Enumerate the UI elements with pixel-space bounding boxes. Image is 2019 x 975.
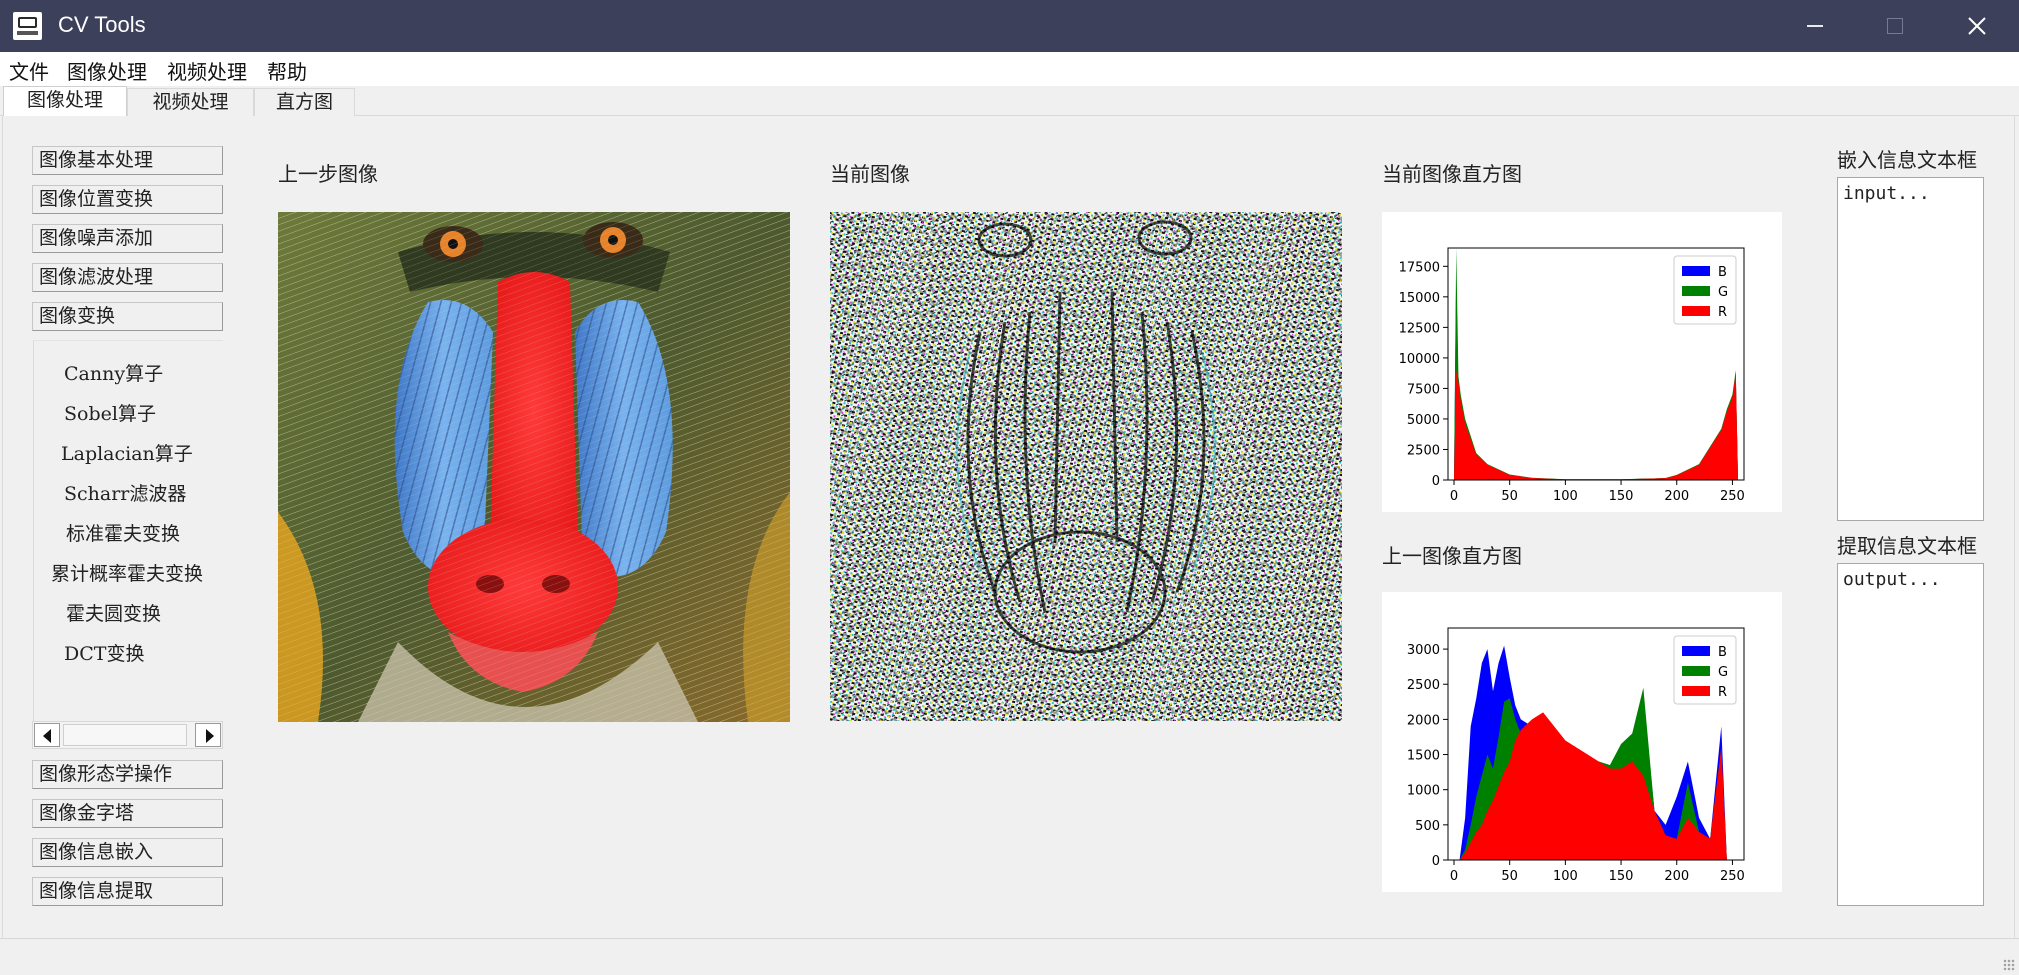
standard-hough-item[interactable]: 标准霍夫变换 bbox=[66, 519, 180, 546]
menu-file[interactable]: 文件 bbox=[9, 56, 49, 85]
previous-image-caption: 上一步图像 bbox=[278, 162, 378, 186]
legend-label-b: B bbox=[1718, 645, 1727, 660]
previous-image bbox=[278, 212, 790, 722]
legend-label-g: G bbox=[1718, 665, 1728, 680]
extract-text-caption: 提取信息文本框 bbox=[1837, 534, 1977, 558]
position-transform-button[interactable]: 图像位置变换 bbox=[32, 185, 223, 214]
legend-swatch-b bbox=[1682, 646, 1710, 656]
window-title: CV Tools bbox=[58, 12, 146, 37]
resize-grip-icon[interactable] bbox=[2003, 959, 2015, 971]
y-tick-label: 500 bbox=[1415, 819, 1440, 834]
info-embed-button[interactable]: 图像信息嵌入 bbox=[32, 838, 223, 867]
y-tick-label: 10000 bbox=[1399, 352, 1440, 367]
maximize-icon bbox=[1887, 18, 1903, 34]
current-image bbox=[830, 212, 1342, 721]
y-tick-label: 2500 bbox=[1407, 443, 1440, 458]
x-tick-label: 50 bbox=[1501, 489, 1518, 504]
filter-processing-button[interactable]: 图像滤波处理 bbox=[32, 263, 223, 292]
current-histogram: 0 50 100 150 200 250 0 2500 5000 7500 10000 12500 15… bbox=[1382, 212, 1782, 512]
sobel-item[interactable]: Sobel算子 bbox=[64, 399, 156, 426]
previous-histogram-caption: 上一图像直方图 bbox=[1382, 544, 1522, 568]
histogram-series-r bbox=[1454, 370, 1738, 480]
laplacian-item[interactable]: Laplacian算子 bbox=[61, 439, 193, 466]
scroll-thumb[interactable] bbox=[63, 724, 187, 746]
close-icon bbox=[1968, 17, 1986, 35]
menu-bar: 文件 图像处理 视频处理 帮助 bbox=[0, 52, 2019, 86]
x-tick-label: 50 bbox=[1501, 869, 1518, 884]
x-tick-label: 250 bbox=[1720, 489, 1745, 504]
y-tick-label: 2000 bbox=[1407, 713, 1440, 728]
y-tick-label: 12500 bbox=[1399, 321, 1440, 336]
previous-histogram: 0 50 100 150 200 250 0 500 1000 1500 2000 2500 3000 B… bbox=[1382, 592, 1782, 892]
basic-processing-button[interactable]: 图像基本处理 bbox=[32, 146, 223, 175]
legend-swatch-g bbox=[1682, 286, 1710, 296]
current-histogram-caption: 当前图像直方图 bbox=[1382, 162, 1522, 186]
canny-item[interactable]: Canny算子 bbox=[64, 359, 163, 386]
x-tick-label: 0 bbox=[1450, 869, 1458, 884]
minimize-icon bbox=[1807, 25, 1823, 27]
y-tick-label: 3000 bbox=[1407, 643, 1440, 658]
y-tick-label: 5000 bbox=[1407, 413, 1440, 428]
current-image-caption: 当前图像 bbox=[830, 162, 910, 186]
probabilistic-hough-item[interactable]: 累计概率霍夫变换 bbox=[51, 559, 203, 586]
tab-bar: 图像处理 视频处理 直方图 bbox=[0, 86, 2019, 117]
x-tick-label: 100 bbox=[1553, 489, 1578, 504]
embed-text-input[interactable]: input... bbox=[1837, 177, 1984, 521]
x-tick-label: 200 bbox=[1664, 489, 1689, 504]
legend-label-r: R bbox=[1718, 685, 1727, 700]
app-window-icon bbox=[13, 12, 42, 40]
y-tick-label: 1500 bbox=[1407, 749, 1440, 764]
menu-help[interactable]: 帮助 bbox=[267, 56, 307, 85]
close-button[interactable] bbox=[1937, 0, 2017, 52]
legend-label-g: G bbox=[1718, 285, 1728, 300]
y-tick-label: 0 bbox=[1432, 474, 1440, 489]
y-tick-label: 1000 bbox=[1407, 784, 1440, 799]
legend-swatch-b bbox=[1682, 266, 1710, 276]
x-tick-label: 150 bbox=[1609, 869, 1634, 884]
submenu-horizontal-scrollbar[interactable] bbox=[32, 721, 223, 749]
minimize-button[interactable] bbox=[1775, 0, 1855, 52]
tab-histogram[interactable]: 直方图 bbox=[254, 88, 355, 116]
legend-swatch-r bbox=[1682, 306, 1710, 316]
legend-swatch-g bbox=[1682, 666, 1710, 676]
legend-swatch-r bbox=[1682, 686, 1710, 696]
menu-image-processing[interactable]: 图像处理 bbox=[67, 56, 147, 85]
maximize-button[interactable] bbox=[1855, 0, 1935, 52]
y-tick-label: 0 bbox=[1432, 854, 1440, 869]
scharr-item[interactable]: Scharr滤波器 bbox=[64, 479, 186, 506]
embed-text-caption: 嵌入信息文本框 bbox=[1837, 148, 1977, 172]
hough-circle-item[interactable]: 霍夫圆变换 bbox=[66, 599, 161, 626]
y-tick-label: 17500 bbox=[1399, 260, 1440, 275]
scroll-right-button[interactable] bbox=[195, 723, 221, 747]
y-tick-label: 15000 bbox=[1399, 291, 1440, 306]
pyramid-button[interactable]: 图像金字塔 bbox=[32, 799, 223, 828]
info-extract-button[interactable]: 图像信息提取 bbox=[32, 877, 223, 906]
menu-video-processing[interactable]: 视频处理 bbox=[167, 56, 247, 85]
x-tick-label: 100 bbox=[1553, 869, 1578, 884]
dct-item[interactable]: DCT变换 bbox=[64, 639, 144, 666]
tab-image-processing[interactable]: 图像处理 bbox=[3, 86, 127, 117]
y-tick-label: 7500 bbox=[1407, 382, 1440, 397]
morphology-button[interactable]: 图像形态学操作 bbox=[32, 760, 223, 789]
noise-add-button[interactable]: 图像噪声添加 bbox=[32, 224, 223, 253]
scroll-left-button[interactable] bbox=[34, 723, 60, 747]
x-tick-label: 150 bbox=[1609, 489, 1634, 504]
arrow-right-icon bbox=[206, 729, 214, 743]
y-tick-label: 2500 bbox=[1407, 678, 1440, 693]
arrow-left-icon bbox=[43, 729, 51, 743]
title-bar: CV Tools bbox=[0, 0, 2019, 52]
status-bar bbox=[0, 938, 2019, 975]
legend-label-b: B bbox=[1718, 265, 1727, 280]
extract-text-output[interactable]: output... bbox=[1837, 563, 1984, 906]
x-tick-label: 200 bbox=[1664, 869, 1689, 884]
tab-video-processing[interactable]: 视频处理 bbox=[127, 88, 254, 116]
x-tick-label: 250 bbox=[1720, 869, 1745, 884]
image-transform-button[interactable]: 图像变换 bbox=[32, 302, 223, 331]
x-tick-label: 0 bbox=[1450, 489, 1458, 504]
legend-label-r: R bbox=[1718, 305, 1727, 320]
